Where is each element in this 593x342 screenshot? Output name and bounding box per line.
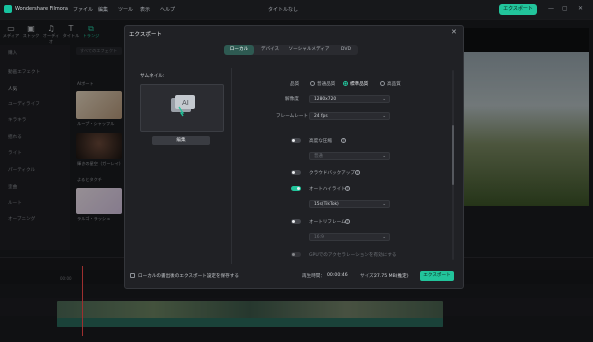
menu-file[interactable]: ファイル xyxy=(73,6,93,13)
size-value: 27.75 MB(推定) xyxy=(374,274,409,279)
remember-settings-checkbox[interactable] xyxy=(130,273,135,278)
menu-view[interactable]: 表示 xyxy=(140,6,150,13)
tab-social-media[interactable]: ソーシャルメディア xyxy=(285,45,333,55)
framerate-value: 24 fps xyxy=(314,114,328,119)
chevron-down-icon: ⌄ xyxy=(382,202,386,207)
advanced-compression-toggle[interactable] xyxy=(291,138,301,143)
chevron-down-icon: ⌄ xyxy=(382,235,386,240)
toggle-knob xyxy=(297,187,300,190)
auto-reframe-toggle[interactable] xyxy=(291,219,301,224)
tab-local[interactable]: ローカル xyxy=(224,45,254,55)
highlight-duration-value: 15s(TikTok) xyxy=(314,202,339,207)
chevron-down-icon: ⌄ xyxy=(382,97,386,102)
help-icon[interactable]: ? xyxy=(341,138,346,143)
resolution-value: 1280x720 xyxy=(314,97,337,102)
framerate-label: フレームレート xyxy=(276,114,309,119)
menu-tools[interactable]: ツール xyxy=(118,6,133,13)
auto-highlight-label: オートハイライト xyxy=(309,187,346,192)
tab-device[interactable]: デバイス xyxy=(255,45,285,55)
thumbnail-label: サムネイル: xyxy=(140,74,165,79)
toggle-knob xyxy=(292,139,295,142)
dialog-title: エクスポート xyxy=(129,32,162,38)
duration-label: 再生時間： xyxy=(302,274,325,279)
quality-label: 品質 xyxy=(290,82,300,87)
close-window-icon[interactable]: ✕ xyxy=(578,5,583,12)
maximize-icon[interactable]: ▢ xyxy=(562,5,568,12)
help-icon[interactable]: ? xyxy=(345,186,350,191)
help-icon[interactable]: ? xyxy=(345,219,350,224)
resolution-label: 解像度 xyxy=(285,97,299,102)
minimize-icon[interactable]: — xyxy=(548,5,554,12)
auto-reframe-label: オートリフレーム xyxy=(309,220,346,225)
framerate-select[interactable]: 24 fps ⌄ xyxy=(309,112,390,120)
compression-value: 普通 xyxy=(314,154,323,159)
gpu-acceleration-label: GPUでのアクセラレーションを有効にする xyxy=(309,253,397,258)
gpu-acceleration-toggle[interactable] xyxy=(291,252,301,257)
quality-option-standard: 標準品質 xyxy=(350,82,369,87)
export-dialog xyxy=(124,25,464,289)
ai-thumbnail-icon: AI xyxy=(171,95,195,117)
duration-value: 00:00:46 xyxy=(327,273,348,278)
close-icon[interactable]: ✕ xyxy=(451,28,457,36)
cloud-backup-toggle[interactable] xyxy=(291,170,301,175)
remember-settings-label: ローカルの書出後のエクスポート設定を保存する xyxy=(138,274,239,279)
project-title: タイトルなし xyxy=(268,7,299,13)
app-logo-icon xyxy=(4,5,12,13)
quality-radio-standard[interactable] xyxy=(343,81,348,86)
top-export-button[interactable]: エクスポート xyxy=(499,4,537,15)
dialog-divider xyxy=(231,68,232,264)
toggle-knob xyxy=(292,253,295,256)
export-button[interactable]: エクスポート xyxy=(420,271,454,281)
chevron-down-icon: ⌄ xyxy=(382,114,386,119)
auto-highlight-toggle[interactable] xyxy=(291,186,301,191)
edit-thumbnail-button[interactable]: 編集 xyxy=(152,136,210,145)
toggle-knob xyxy=(292,220,295,223)
highlight-duration-select[interactable]: 15s(TikTok) ⌄ xyxy=(309,200,390,208)
quality-radio-high[interactable] xyxy=(380,81,385,86)
quality-option-normal: 普通品質 xyxy=(317,82,336,87)
app-name: Wondershare Filmora xyxy=(15,6,68,12)
reframe-ratio-select: 16:9 ⌄ xyxy=(309,233,390,241)
compression-select: 普通 ⌄ xyxy=(309,152,390,160)
thumbnail-preview[interactable]: AI xyxy=(140,84,224,132)
quality-radio-normal[interactable] xyxy=(310,81,315,86)
cloud-backup-label: クラウドバックアップ xyxy=(309,171,355,176)
toggle-knob xyxy=(292,171,295,174)
advanced-compression-label: 高度な圧縮 xyxy=(309,139,332,144)
help-icon[interactable]: ? xyxy=(355,170,360,175)
resolution-select[interactable]: 1280x720 ⌄ xyxy=(309,95,390,103)
tab-dvd[interactable]: DVD xyxy=(335,45,357,55)
menu-help[interactable]: ヘルプ xyxy=(160,6,175,13)
chevron-down-icon: ⌄ xyxy=(382,154,386,159)
menu-edit[interactable]: 編集 xyxy=(98,6,108,13)
quality-option-high: 高品質 xyxy=(387,82,401,87)
scrollbar-thumb[interactable] xyxy=(452,125,454,185)
reframe-ratio-value: 16:9 xyxy=(314,235,324,240)
svg-text:AI: AI xyxy=(182,99,189,107)
